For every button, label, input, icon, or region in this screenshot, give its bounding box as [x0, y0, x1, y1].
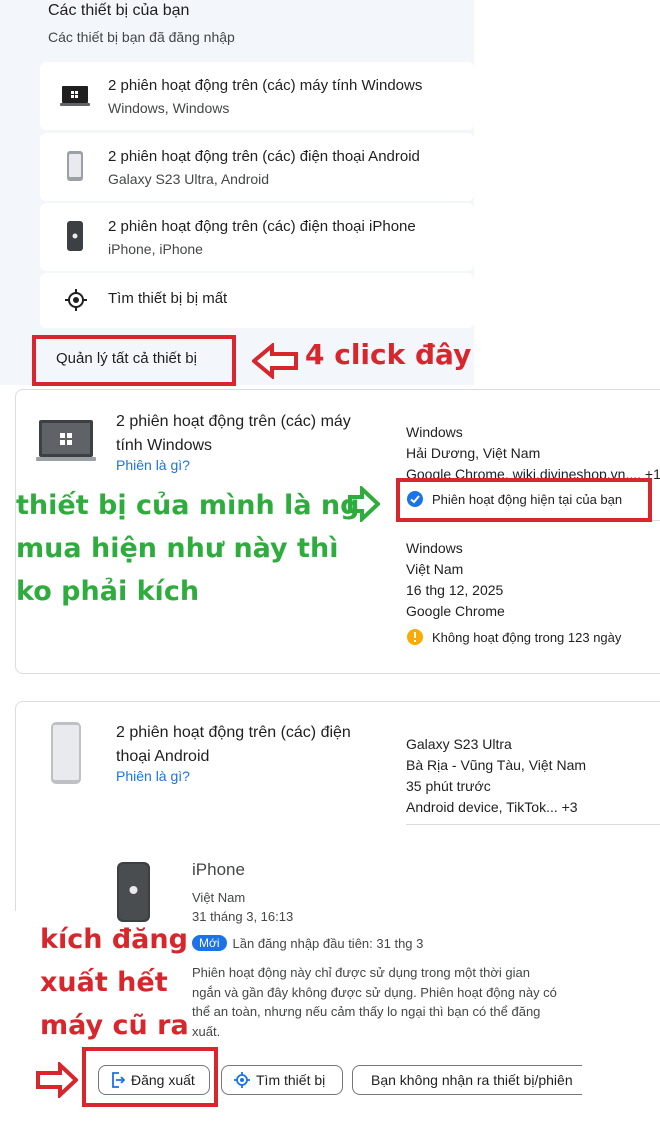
new-badge: Mới — [192, 935, 227, 951]
session-location: Hải Dương, Việt Nam — [406, 445, 541, 461]
devices-panel: Các thiết bị của bạn Các thiết bị bạn đã… — [0, 0, 474, 385]
find-device-item[interactable]: Tìm thiết bị bị mất — [40, 273, 474, 328]
note-line: máy cũ ra — [40, 1010, 189, 1041]
inactive-label: Không hoạt động trong 123 ngày — [432, 629, 622, 645]
android-card-title-line2: thoại Android — [116, 748, 210, 765]
note-line: mua hiện như này thì — [16, 533, 339, 564]
laptop-icon — [60, 86, 90, 106]
session-device: Galaxy S23 Ultra — [406, 736, 512, 752]
annotation-box-manage — [32, 335, 236, 386]
android-session-1[interactable]: Galaxy S23 Ultra Bà Rịa - Vũng Tàu, Việt… — [406, 736, 660, 815]
description-line: thể an toàn, nhưng nếu cảm thấy lo ngại … — [192, 1004, 541, 1019]
right-arrow-icon — [36, 1062, 78, 1098]
note-line: ko phải kích — [16, 576, 200, 607]
annotation-own-device-note: thiết bị của mình là ng mua hiện như này… — [16, 484, 360, 613]
iphone-datetime: 31 tháng 3, 16:13 — [192, 909, 294, 924]
device-subtitle: Galaxy S23 Ultra, Android — [108, 171, 270, 187]
what-is-session-link[interactable]: Phiên là gì? — [116, 768, 190, 784]
devices-subtitle: Các thiết bị bạn đã đăng nhập — [48, 29, 235, 45]
not-recognize-button[interactable]: Bạn không nhận ra thiết bị/phiên — [352, 1065, 582, 1095]
devices-title: Các thiết bị của bạn — [48, 2, 190, 19]
device-title: 2 phiên hoạt động trên (các) máy tính Wi… — [108, 77, 423, 94]
laptop-icon — [36, 420, 96, 461]
left-arrow-icon — [252, 343, 298, 379]
android-phone-icon — [67, 151, 83, 181]
what-is-session-link[interactable]: Phiên là gì? — [116, 457, 190, 473]
iphone-description: Phiên hoạt động này chỉ được sử dụng tro… — [192, 963, 592, 1041]
not-recognize-label: Bạn không nhận ra thiết bị/phiên — [371, 1072, 573, 1088]
session-apps: Android device, TikTok... +3 — [406, 799, 578, 815]
windows-card-title-line2: tính Windows — [116, 437, 213, 454]
find-device-label: Tìm thiết bị bị mất — [108, 290, 228, 307]
session-device: Windows — [406, 540, 463, 556]
note-line: xuất hết — [40, 967, 168, 998]
target-icon — [234, 1072, 250, 1088]
device-item-windows[interactable]: 2 phiên hoạt động trên (các) máy tính Wi… — [40, 62, 474, 130]
device-title: 2 phiên hoạt động trên (các) điện thoại … — [108, 148, 420, 165]
windows-card-title-line1: 2 phiên hoạt động trên (các) máy — [116, 413, 351, 430]
inactive-row: Không hoạt động trong 123 ngày — [406, 628, 660, 646]
device-subtitle: Windows, Windows — [108, 100, 230, 116]
iphone-location: Việt Nam — [192, 890, 246, 905]
session-time: 35 phút trước — [406, 778, 491, 794]
annotation-box-current — [396, 478, 652, 522]
description-line: Phiên hoạt động này chỉ được sử dụng tro… — [192, 965, 530, 980]
annotation-step4: 4 click đây — [305, 338, 472, 371]
windows-session-2[interactable]: Windows Việt Nam 16 thg 12, 2025 Google … — [406, 540, 660, 646]
iphone-name: iPhone — [192, 860, 245, 879]
divider — [406, 824, 660, 825]
session-date: 16 thg 12, 2025 — [406, 582, 504, 598]
annotation-logout-note: kích đăng xuất hết máy cũ ra — [40, 918, 189, 1047]
first-login-row: Mới Lần đăng nhập đầu tiên: 31 thg 3 — [192, 935, 423, 951]
find-device-label: Tìm thiết bị — [256, 1072, 326, 1088]
session-browser: Google Chrome — [406, 603, 505, 619]
iphone-icon — [67, 221, 83, 251]
iphone-icon — [117, 862, 150, 922]
note-line: thiết bị của mình là ng — [16, 490, 360, 521]
device-subtitle: iPhone, iPhone — [108, 241, 203, 257]
device-item-iphone[interactable]: 2 phiên hoạt động trên (các) điện thoại … — [40, 203, 474, 271]
device-title: 2 phiên hoạt động trên (các) điện thoại … — [108, 218, 416, 235]
note-line: kích đăng — [40, 924, 188, 955]
session-location: Bà Rịa - Vũng Tàu, Việt Nam — [406, 757, 587, 773]
description-line: xuất. — [192, 1023, 221, 1039]
device-item-android[interactable]: 2 phiên hoạt động trên (các) điện thoại … — [40, 133, 474, 201]
android-sessions-card: 2 phiên hoạt động trên (các) điện thoại … — [15, 701, 660, 911]
description-line: ngắn và gần đây không được sử dụng. Phiê… — [192, 984, 557, 1000]
warning-icon — [407, 629, 423, 645]
target-icon — [65, 289, 87, 311]
android-phone-icon — [51, 722, 81, 784]
first-login-label: Lần đăng nhập đầu tiên: 31 thg 3 — [232, 935, 424, 951]
session-location: Việt Nam — [406, 561, 464, 577]
find-device-button[interactable]: Tìm thiết bị — [221, 1065, 343, 1095]
android-card-title-line1: 2 phiên hoạt động trên (các) điện — [116, 724, 351, 741]
session-device: Windows — [406, 424, 463, 440]
annotation-box-logout — [82, 1047, 218, 1107]
